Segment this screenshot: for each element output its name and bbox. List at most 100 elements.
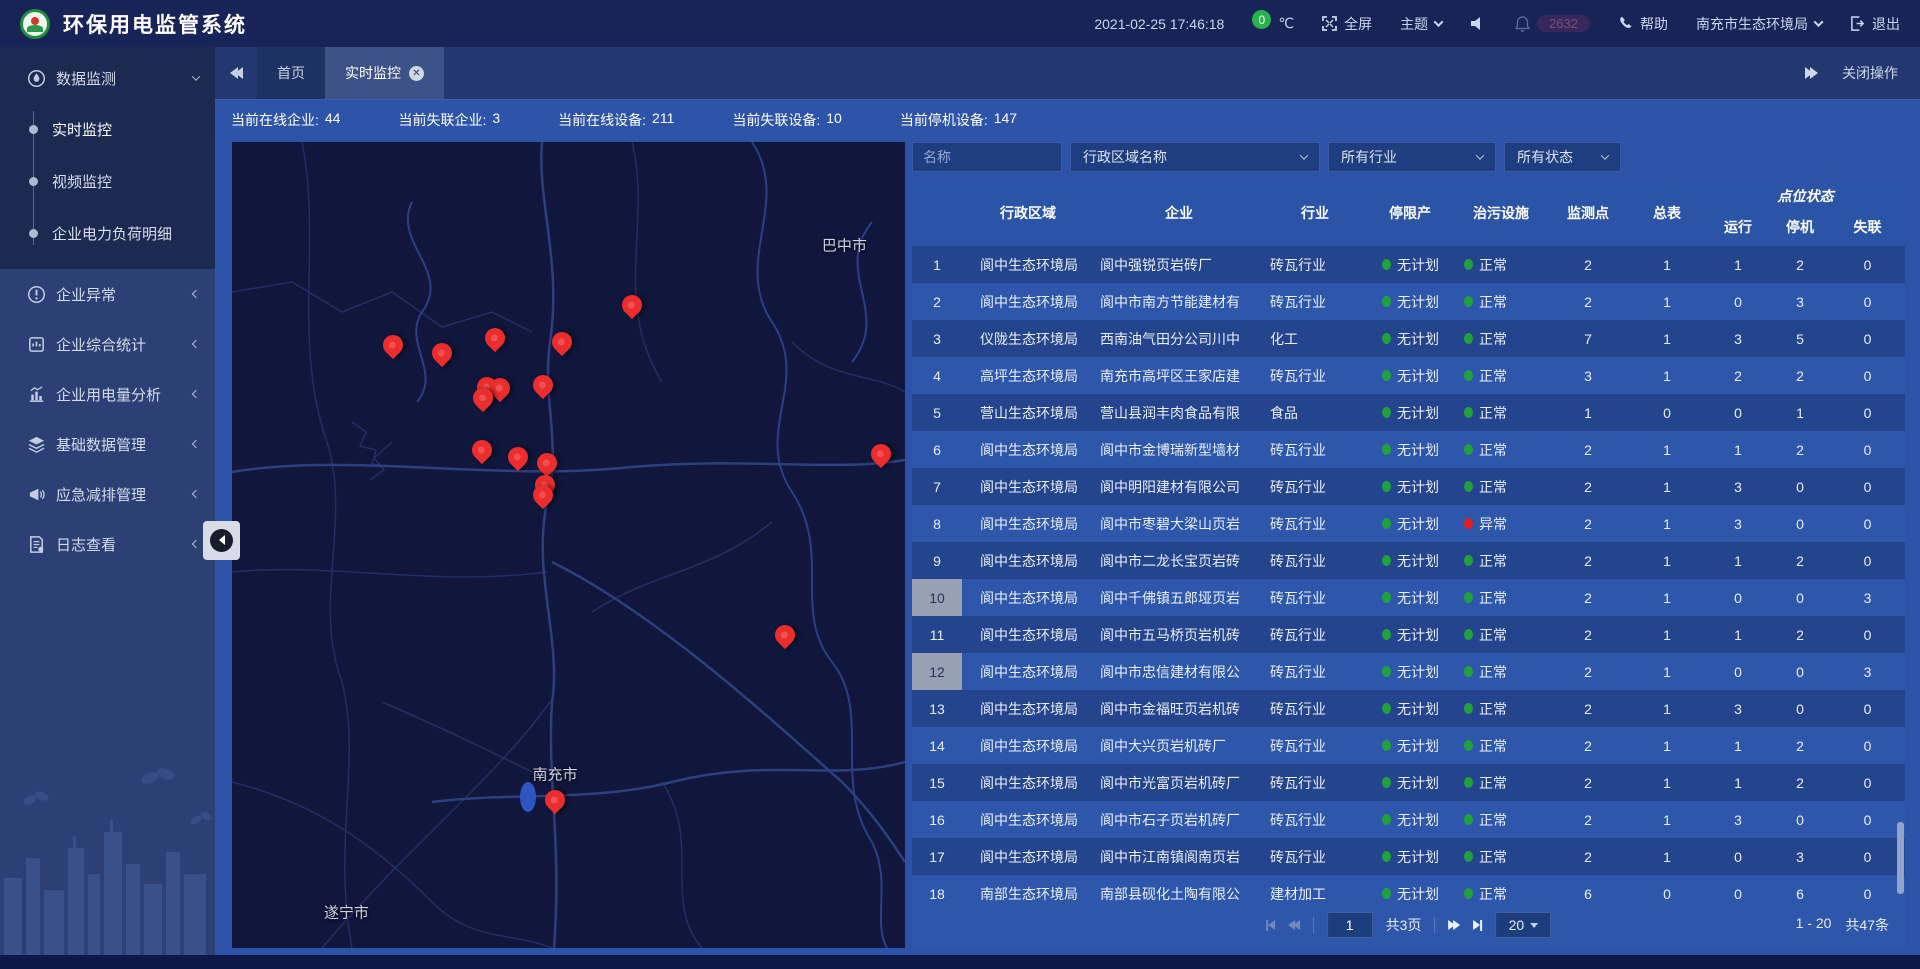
table-row[interactable]: 3 仪陇生态环境局 西南油气田分公司川中 化工 无计划 正常 7 1 3 5 0 [912, 320, 1905, 357]
chevron-down-icon [1814, 17, 1824, 27]
cell-production-limit: 无计划 [1366, 838, 1454, 875]
sidebar-item-data-monitoring[interactable]: 数据监测 [0, 53, 215, 103]
row-number: 14 [912, 727, 962, 764]
tab-scroll-left-button[interactable] [215, 47, 257, 99]
status-filter-select[interactable]: 所有状态 [1504, 142, 1621, 172]
cell-treatment-status: 正常 [1454, 357, 1548, 394]
theme-dropdown[interactable]: 主题 [1400, 14, 1442, 34]
cell-stopped: 3 [1770, 838, 1830, 875]
cell-region: 高坪生态环境局 [962, 357, 1094, 394]
limit-status-dot [1382, 518, 1391, 529]
col-industry: 行业 [1264, 180, 1366, 246]
cell-treatment-status: 正常 [1454, 616, 1548, 653]
cell-production-limit: 无计划 [1366, 579, 1454, 616]
table-row[interactable]: 13 阆中生态环境局 阆中市金福旺页岩机砖 砖瓦行业 无计划 正常 2 1 3 … [912, 690, 1905, 727]
cell-stopped: 5 [1770, 320, 1830, 357]
tab-home[interactable]: 首页 [257, 47, 325, 99]
sidebar-item-power-load-detail[interactable]: 企业电力负荷明细 [0, 207, 215, 259]
close-operations-button[interactable]: 关闭操作 [1842, 63, 1898, 83]
table-row[interactable]: 7 阆中生态环境局 阆中明阳建材有限公司 砖瓦行业 无计划 正常 2 1 3 0… [912, 468, 1905, 505]
cell-lost: 0 [1830, 357, 1905, 394]
industry-filter-select[interactable]: 所有行业 [1328, 142, 1496, 172]
page-number-input[interactable]: 1 [1327, 912, 1373, 938]
cell-treatment-status: 正常 [1454, 431, 1548, 468]
sidebar-item-power-analysis[interactable]: 企业用电量分析 [0, 369, 215, 419]
table-row[interactable]: 8 阆中生态环境局 阆中市枣碧大梁山页岩 砖瓦行业 无计划 异常 2 1 3 0… [912, 505, 1905, 542]
cell-running: 0 [1706, 653, 1770, 690]
limit-status-dot [1382, 592, 1391, 603]
table-row[interactable]: 11 阆中生态环境局 阆中市五马桥页岩机砖 砖瓦行业 无计划 正常 2 1 1 … [912, 616, 1905, 653]
table-body[interactable]: 1 阆中生态环境局 阆中强锐页岩砖厂 砖瓦行业 无计划 正常 2 1 1 2 0… [912, 246, 1905, 902]
table-row[interactable]: 9 阆中生态环境局 阆中市二龙长宝页岩砖 砖瓦行业 无计划 正常 2 1 1 2… [912, 542, 1905, 579]
tab-realtime-monitor[interactable]: 实时监控 ✕ [325, 47, 444, 99]
table-row[interactable]: 18 南部生态环境局 南部县砚化土陶有限公 建材加工 无计划 正常 6 0 0 … [912, 875, 1905, 902]
row-number: 12 [912, 653, 962, 690]
limit-status-dot [1382, 666, 1391, 677]
cell-treatment-status: 正常 [1454, 579, 1548, 616]
cell-monitor-points: 2 [1548, 542, 1628, 579]
cell-treatment-status: 正常 [1454, 875, 1548, 902]
cell-treatment-status: 正常 [1454, 801, 1548, 838]
speaker-mute-icon[interactable] [1470, 16, 1487, 31]
tab-close-icon[interactable]: ✕ [409, 66, 424, 81]
filter-bar: 行政区域名称 所有行业 所有状态 [912, 142, 1905, 172]
next-page-button[interactable] [1448, 920, 1460, 930]
cell-lost: 0 [1830, 875, 1905, 902]
sidebar-item-enterprise-statistics[interactable]: 企业综合统计 [0, 319, 215, 369]
map-city-label: 巴中市 [822, 235, 867, 256]
table-row[interactable]: 12 阆中生态环境局 阆中市忠信建材有限公 砖瓦行业 无计划 正常 2 1 0 … [912, 653, 1905, 690]
sidebar-item-log-view[interactable]: 日志查看 [0, 519, 215, 569]
table-row[interactable]: 14 阆中生态环境局 阆中大兴页岩机砖厂 砖瓦行业 无计划 正常 2 1 1 2… [912, 727, 1905, 764]
table-row[interactable]: 15 阆中生态环境局 阆中市光富页岩机砖厂 砖瓦行业 无计划 正常 2 1 1 … [912, 764, 1905, 801]
chevron-left-icon [192, 390, 200, 398]
log-document-icon [27, 535, 46, 554]
page-size-select[interactable]: 20 [1495, 912, 1551, 938]
fullscreen-button[interactable]: 全屏 [1322, 14, 1372, 34]
table-row[interactable]: 10 阆中生态环境局 阆中千佛镇五郎垭页岩 砖瓦行业 无计划 正常 2 1 0 … [912, 579, 1905, 616]
cell-total-meter: 1 [1628, 690, 1706, 727]
cell-production-limit: 无计划 [1366, 246, 1454, 283]
cell-production-limit: 无计划 [1366, 616, 1454, 653]
last-page-button[interactable] [1473, 920, 1482, 931]
cell-lost: 0 [1830, 468, 1905, 505]
prev-page-button[interactable] [1288, 920, 1300, 930]
sidebar-item-emergency-reduction[interactable]: 应急减排管理 [0, 469, 215, 519]
cell-lost: 3 [1830, 579, 1905, 616]
cell-stopped: 2 [1770, 431, 1830, 468]
map-panel[interactable]: 巴中市南充市遂宁市 [232, 142, 905, 948]
cell-monitor-points: 2 [1548, 764, 1628, 801]
limit-status-dot [1382, 555, 1391, 566]
table-row[interactable]: 6 阆中生态环境局 阆中市金博瑞新型墙材 砖瓦行业 无计划 正常 2 1 1 2… [912, 431, 1905, 468]
sidebar-item-realtime-monitor[interactable]: 实时监控 [0, 103, 215, 155]
cell-monitor-points: 3 [1548, 357, 1628, 394]
help-button[interactable]: 帮助 [1618, 14, 1668, 34]
cell-enterprise: 阆中强锐页岩砖厂 [1094, 246, 1264, 283]
notifications[interactable]: 2632 [1515, 15, 1590, 32]
sidebar-item-enterprise-abnormal[interactable]: 企业异常 [0, 269, 215, 319]
treatment-status-dot [1464, 740, 1473, 751]
table-row[interactable]: 1 阆中生态环境局 阆中强锐页岩砖厂 砖瓦行业 无计划 正常 2 1 1 2 0 [912, 246, 1905, 283]
name-filter-input[interactable] [912, 142, 1062, 172]
table-row[interactable]: 2 阆中生态环境局 阆中市南方节能建材有 砖瓦行业 无计划 正常 2 1 0 3… [912, 283, 1905, 320]
sidebar-item-video-monitor[interactable]: 视频监控 [0, 155, 215, 207]
table-scrollbar[interactable] [1897, 822, 1904, 894]
logout-button[interactable]: 退出 [1850, 14, 1900, 34]
table-row[interactable]: 5 营山生态环境局 营山县润丰肉食品有限 食品 无计划 正常 1 0 0 1 0 [912, 394, 1905, 431]
first-page-button[interactable] [1266, 920, 1275, 931]
table-row[interactable]: 16 阆中生态环境局 阆中市石子页岩机砖厂 砖瓦行业 无计划 正常 2 1 3 … [912, 801, 1905, 838]
map-collapse-button[interactable] [203, 521, 240, 560]
limit-status-dot [1382, 407, 1391, 418]
cell-production-limit: 无计划 [1366, 357, 1454, 394]
cell-enterprise: 阆中市金福旺页岩机砖 [1094, 690, 1264, 727]
treatment-status-dot [1464, 444, 1473, 455]
region-filter-select[interactable]: 行政区域名称 [1070, 142, 1320, 172]
cell-running: 3 [1706, 505, 1770, 542]
cell-total-meter: 1 [1628, 764, 1706, 801]
table-row[interactable]: 17 阆中生态环境局 阆中市江南镇阆南页岩 砖瓦行业 无计划 正常 2 1 0 … [912, 838, 1905, 875]
chevron-left-icon [192, 540, 200, 548]
sidebar-item-base-data[interactable]: 基础数据管理 [0, 419, 215, 469]
table-row[interactable]: 4 高坪生态环境局 南充市高坪区王家店建 砖瓦行业 无计划 正常 3 1 2 2… [912, 357, 1905, 394]
phone-icon [1618, 16, 1633, 31]
user-org-dropdown[interactable]: 南充市生态环境局 [1696, 14, 1822, 34]
tab-scroll-right-button[interactable] [1805, 67, 1818, 79]
